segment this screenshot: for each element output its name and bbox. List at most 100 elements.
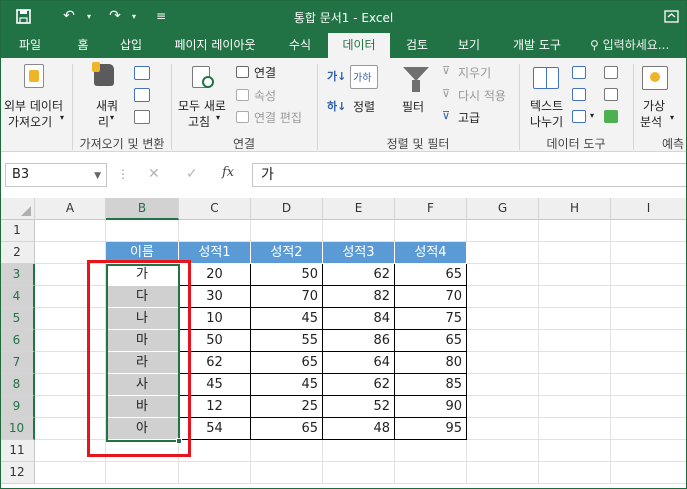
name-cell[interactable]: 바 [106,396,179,418]
score-cell[interactable]: 70 [251,286,323,308]
empty-cell[interactable] [323,462,395,484]
new-query-dropdown-icon[interactable]: ▾ [110,113,114,122]
empty-cell[interactable] [35,308,106,330]
name-cell[interactable]: 가 [106,264,179,286]
empty-cell[interactable] [467,440,539,462]
empty-cell[interactable] [611,352,687,374]
name-cell[interactable]: 다 [106,286,179,308]
score-cell[interactable]: 85 [395,374,467,396]
refresh-all-dropdown-icon[interactable]: ▾ [216,113,220,122]
score-cell[interactable]: 25 [251,396,323,418]
score-cell[interactable]: 95 [395,418,467,440]
col-header-f[interactable]: F [395,198,467,220]
table-header-cell[interactable]: 이름 [106,242,179,264]
empty-cell[interactable] [467,330,539,352]
empty-cell[interactable] [251,220,323,242]
score-cell[interactable]: 45 [179,374,251,396]
tab-data[interactable]: 데이터 [328,33,390,58]
score-cell[interactable]: 65 [395,264,467,286]
score-cell[interactable]: 10 [179,308,251,330]
reapply-button[interactable]: 다시 적용 [458,87,506,104]
empty-cell[interactable] [467,374,539,396]
row-header[interactable]: 4 [0,286,35,308]
empty-cell[interactable] [611,242,687,264]
data-validation-dropdown-icon[interactable]: ▾ [590,111,594,120]
score-cell[interactable]: 90 [395,396,467,418]
score-cell[interactable]: 80 [395,352,467,374]
formula-bar-splitter-icon[interactable]: ⋮ [117,167,129,181]
name-box-dropdown-icon[interactable]: ▼ [94,165,101,187]
empty-cell[interactable] [539,264,611,286]
score-cell[interactable]: 30 [179,286,251,308]
empty-cell[interactable] [539,396,611,418]
row-header[interactable]: 7 [0,352,35,374]
col-header-d[interactable]: D [251,198,323,220]
sort-button[interactable]: 정렬 [353,98,375,115]
table-header-cell[interactable]: 성적2 [251,242,323,264]
tab-home[interactable]: 홈 [60,33,106,58]
insert-function-icon[interactable]: fx [222,165,234,180]
sort-descending-icon[interactable]: 하↓ [327,98,346,114]
empty-cell[interactable] [539,220,611,242]
empty-cell[interactable] [611,440,687,462]
empty-cell[interactable] [539,286,611,308]
empty-cell[interactable] [35,396,106,418]
fill-handle[interactable] [176,438,182,444]
remove-duplicates-icon[interactable] [572,88,586,101]
score-cell[interactable]: 62 [179,352,251,374]
empty-cell[interactable] [395,220,467,242]
empty-cell[interactable] [467,264,539,286]
row-header[interactable]: 1 [0,220,35,242]
name-cell[interactable]: 나 [106,308,179,330]
sort-ascending-icon[interactable]: 가↓ [327,68,346,84]
what-if-analysis-button[interactable]: 가상 [643,97,665,114]
score-cell[interactable]: 86 [323,330,395,352]
empty-cell[interactable] [539,418,611,440]
refresh-all-button[interactable]: 모두 새로 [178,97,226,114]
empty-cell[interactable] [611,264,687,286]
empty-cell[interactable] [539,374,611,396]
empty-cell[interactable] [179,440,251,462]
empty-cell[interactable] [35,286,106,308]
get-external-data-dropdown-icon[interactable]: ▾ [60,113,64,122]
row-header[interactable]: 8 [0,374,35,396]
score-cell[interactable]: 55 [251,330,323,352]
empty-cell[interactable] [251,462,323,484]
score-cell[interactable]: 50 [251,264,323,286]
filter-button[interactable]: 필터 [402,98,424,115]
empty-cell[interactable] [35,220,106,242]
score-cell[interactable]: 45 [251,374,323,396]
score-cell[interactable]: 65 [251,418,323,440]
empty-cell[interactable] [539,330,611,352]
score-cell[interactable]: 65 [251,352,323,374]
row-header[interactable]: 12 [0,462,35,484]
col-header-g[interactable]: G [467,198,539,220]
empty-cell[interactable] [35,352,106,374]
tab-page-layout[interactable]: 페이지 레이아웃 [156,33,274,58]
row-header[interactable]: 5 [0,308,35,330]
empty-cell[interactable] [106,462,179,484]
empty-cell[interactable] [35,462,106,484]
score-cell[interactable]: 75 [395,308,467,330]
score-cell[interactable]: 54 [179,418,251,440]
edit-links-button[interactable]: 연결 편집 [254,109,302,126]
tab-developer[interactable]: 개발 도구 [494,33,580,58]
empty-cell[interactable] [323,440,395,462]
empty-cell[interactable] [395,462,467,484]
table-header-cell[interactable]: 성적4 [395,242,467,264]
empty-cell[interactable] [35,418,106,440]
col-header-b[interactable]: B [106,198,179,220]
empty-cell[interactable] [35,264,106,286]
score-cell[interactable]: 20 [179,264,251,286]
properties-button[interactable]: 속성 [254,87,276,104]
table-header-cell[interactable]: 성적1 [179,242,251,264]
col-header-h[interactable]: H [539,198,611,220]
empty-cell[interactable] [611,220,687,242]
name-cell[interactable]: 아 [106,418,179,440]
empty-cell[interactable] [467,308,539,330]
worksheet-grid[interactable]: A B C D E F G H I 1 2 3 4 5 6 7 8 9 10 11 12 이름 성적1 성… [0,198,687,489]
empty-cell[interactable] [35,374,106,396]
empty-cell[interactable] [467,396,539,418]
score-cell[interactable]: 48 [323,418,395,440]
name-box[interactable]: B3 ▼ [5,163,107,187]
